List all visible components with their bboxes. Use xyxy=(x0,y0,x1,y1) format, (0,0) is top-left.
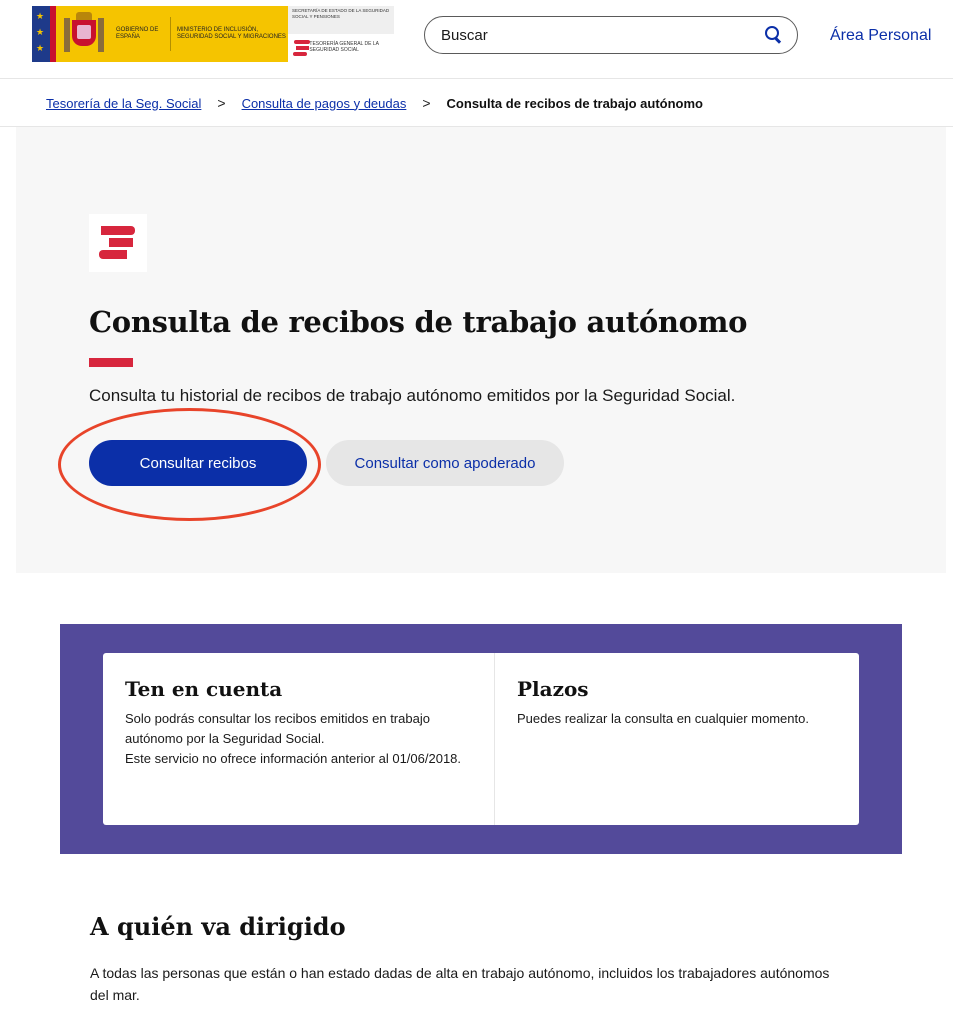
area-personal-link[interactable]: Área Personal xyxy=(830,27,931,45)
info-card: Ten en cuenta Solo podrás consultar los … xyxy=(103,653,859,825)
secretaria-label: Secretaría de Estado de la Seguridad Soc… xyxy=(288,6,394,34)
consultar-recibos-button[interactable]: Consultar recibos xyxy=(89,440,307,486)
hero-section: Consulta de recibos de trabajo autónomo … xyxy=(16,127,946,573)
search-icon[interactable] xyxy=(763,25,783,45)
info-panel: Ten en cuenta Solo podrás consultar los … xyxy=(60,624,902,854)
government-logo[interactable]: ★ ★ ★ Gobierno de España Ministerio de I… xyxy=(32,6,288,62)
info-text-line1: Solo podrás consultar los recibos emitid… xyxy=(125,711,430,746)
breadcrumb-current: Consulta de recibos de trabajo autónomo xyxy=(446,95,703,111)
eu-flag-icon: ★ ★ ★ xyxy=(32,6,50,62)
spain-flag-strip xyxy=(50,6,56,62)
breadcrumb-link-tesoreria[interactable]: Tesorería de la Seg. Social xyxy=(46,96,201,111)
tgss-label: Tesorería General de la Seguridad Social xyxy=(309,41,379,53)
info-ten-en-cuenta: Ten en cuenta Solo podrás consultar los … xyxy=(103,653,495,825)
page-description: Consulta tu historial de recibos de trab… xyxy=(89,386,736,405)
info-title-ten-en-cuenta: Ten en cuenta xyxy=(125,677,283,701)
audience-title: A quién va dirigido xyxy=(90,912,346,941)
tgss-logo[interactable]: Secretaría de Estado de la Seguridad Soc… xyxy=(288,6,394,62)
breadcrumb-separator-icon: > xyxy=(422,95,431,111)
info-plazos: Plazos Puedes realizar la consulta en cu… xyxy=(495,653,859,825)
search-box xyxy=(424,16,798,54)
breadcrumb-link-pagos-deudas[interactable]: Consulta de pagos y deudas xyxy=(242,96,407,111)
breadcrumb-separator-icon: > xyxy=(217,95,226,111)
gobierno-label: Gobierno de España xyxy=(116,27,159,40)
logo-divider xyxy=(170,17,171,51)
site-header: ★ ★ ★ Gobierno de España Ministerio de I… xyxy=(0,0,953,79)
tgss-icon xyxy=(292,37,310,57)
info-title-plazos: Plazos xyxy=(517,677,589,701)
coat-of-arms-icon xyxy=(64,12,104,56)
ministerio-label: Ministerio de Inclusión, Seguridad Socia… xyxy=(177,27,286,40)
page-title: Consulta de recibos de trabajo autónomo xyxy=(89,305,748,339)
audience-text: A todas las personas que están o han est… xyxy=(90,965,830,1003)
title-accent-bar xyxy=(89,358,133,367)
search-input[interactable] xyxy=(441,26,763,44)
info-text-plazos: Puedes realizar la consulta en cualquier… xyxy=(517,711,809,726)
info-text-line2: Este servicio no ofrece información ante… xyxy=(125,751,462,766)
tgss-logo-icon xyxy=(89,214,147,272)
consultar-apoderado-button[interactable]: Consultar como apoderado xyxy=(326,440,564,486)
breadcrumb: Tesorería de la Seg. Social > Consulta d… xyxy=(0,80,953,127)
